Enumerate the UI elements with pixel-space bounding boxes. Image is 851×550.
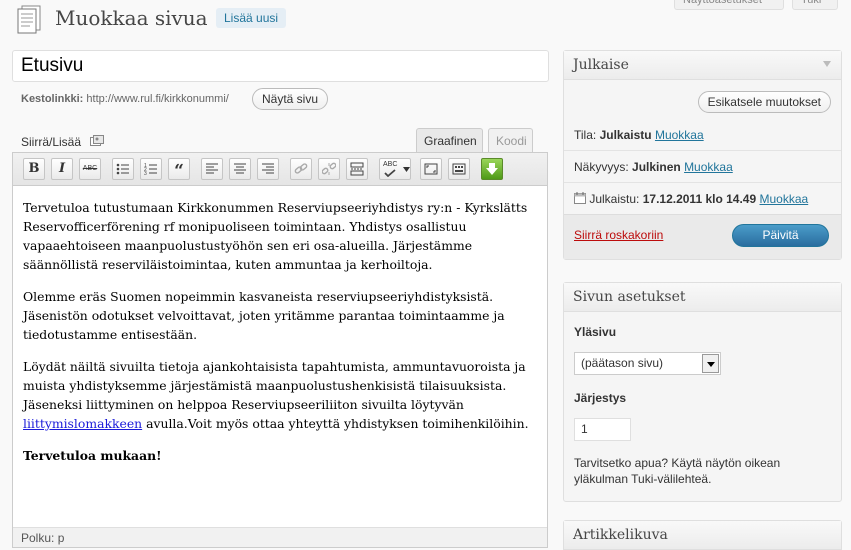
closing-text: Tervetuloa mukaan! <box>23 448 162 463</box>
closing-paragraph: Tervetuloa mukaan! <box>23 446 535 465</box>
view-page-button[interactable]: Näytä sivu <box>252 88 329 110</box>
add-new-button[interactable]: Lisää uusi <box>216 8 287 28</box>
edit-date-link[interactable]: Muokkaa <box>760 192 809 206</box>
page-title: Muokkaa sivua <box>55 6 208 30</box>
green-arrow-icon <box>486 163 498 175</box>
path-label: Polku: <box>21 531 55 545</box>
parent-label: Yläsivu <box>574 325 617 339</box>
help-tab[interactable]: Tuki <box>792 0 838 10</box>
publish-actions: Siirrä roskakoriin Päivitä <box>564 214 841 259</box>
add-media-icon[interactable] <box>90 135 105 147</box>
parent-select[interactable]: (päätason sivu) <box>574 352 721 375</box>
fullscreen-icon <box>424 163 438 175</box>
pages-icon <box>17 5 41 34</box>
signup-form-link[interactable]: liittymislomakkeen <box>23 416 142 431</box>
page-attributes-title: Sivun asetukset <box>573 289 686 305</box>
divider <box>564 150 841 151</box>
bullet-list-button[interactable] <box>112 158 134 180</box>
blockquote-icon: “ <box>174 161 184 181</box>
spellcheck-icon: ABC <box>383 161 398 168</box>
more-tag-button[interactable] <box>346 158 368 180</box>
permalink-row: Kestolinkki: http://www.rul.fi/kirkkonum… <box>21 93 229 105</box>
status-value: Julkaistu <box>599 128 652 142</box>
align-left-icon <box>206 163 218 174</box>
editor-content-area[interactable]: Tervetuloa tutustumaan Kirkkonummen Rese… <box>13 186 547 465</box>
update-button[interactable]: Päivitä <box>732 224 829 247</box>
italic-button[interactable]: I <box>51 158 73 180</box>
tab-html[interactable]: Koodi <box>488 128 533 153</box>
featured-image-box: Artikkelikuva <box>563 520 842 550</box>
visibility-row: Näkyvyys: Julkinen Muokkaa <box>574 160 733 174</box>
insert-link-button[interactable] <box>290 158 312 180</box>
order-input[interactable]: 1 <box>574 418 631 441</box>
publish-box-header[interactable]: Julkaise <box>564 51 841 80</box>
italic-icon: I <box>58 161 66 176</box>
parent-select-value: (päätason sivu) <box>581 356 664 370</box>
custom-plugin-button[interactable] <box>481 158 503 180</box>
align-center-icon <box>234 163 246 174</box>
visibility-label: Näkyvyys: <box>574 160 629 174</box>
fullscreen-button[interactable] <box>420 158 442 180</box>
editor-toolbar: B I ABC 123 “ ABC <box>13 153 547 186</box>
publish-box-title: Julkaise <box>573 57 629 73</box>
bold-button[interactable]: B <box>23 158 45 180</box>
published-label: Julkaistu: <box>589 192 640 206</box>
order-label: Järjestys <box>574 391 627 405</box>
kitchen-sink-button[interactable] <box>448 158 470 180</box>
numbered-list-icon: 123 <box>144 163 157 176</box>
featured-image-header[interactable]: Artikkelikuva <box>564 521 841 550</box>
paragraph-3-text: Löydät näiltä sivuilta tietoja ajankohta… <box>23 359 526 412</box>
dropdown-arrow-icon[interactable] <box>702 354 719 373</box>
svg-text:3: 3 <box>144 171 147 176</box>
edit-status-link[interactable]: Muokkaa <box>655 128 704 142</box>
upload-insert-label[interactable]: Siirrä/Lisää <box>21 135 81 149</box>
post-title-input[interactable]: Etusivu <box>12 50 549 82</box>
link-icon <box>294 163 308 174</box>
move-to-trash-link[interactable]: Siirrä roskakoriin <box>574 228 663 242</box>
kitchen-sink-icon <box>452 163 466 175</box>
align-right-button[interactable] <box>257 158 279 180</box>
permalink-url: http://www.rul.fi/kirkkonummi/ <box>86 93 229 105</box>
editor-statusbar: Polku: p <box>13 527 547 547</box>
strikethrough-icon: ABC <box>82 165 98 172</box>
blockquote-button[interactable]: “ <box>168 158 190 181</box>
align-right-icon <box>262 163 274 174</box>
align-left-button[interactable] <box>201 158 223 180</box>
page-attributes-box: Sivun asetukset Yläsivu (päätason sivu) … <box>563 282 842 502</box>
bullet-list-icon <box>116 163 129 175</box>
featured-image-title: Artikkelikuva <box>573 527 668 543</box>
more-tag-icon <box>350 162 364 176</box>
calendar-icon <box>574 192 586 204</box>
help-text: Tarvitsetko apua? Käytä näytön oikean yl… <box>574 456 781 486</box>
strikethrough-button[interactable]: ABC <box>79 158 101 180</box>
screen-options-tab[interactable]: Näyttöasetukset <box>674 0 784 10</box>
preview-changes-button[interactable]: Esikatsele muutokset <box>697 91 831 113</box>
permalink-label: Kestolinkki: <box>21 93 84 105</box>
unlink-button[interactable] <box>318 158 340 180</box>
edit-visibility-link[interactable]: Muokkaa <box>684 160 733 174</box>
spellcheck-button[interactable]: ABC <box>379 158 411 180</box>
numbered-list-button[interactable]: 123 <box>140 158 162 180</box>
paragraph-3-tail: avulla.Voit myös ottaa yhteyttä yhdistyk… <box>142 416 529 431</box>
path-value[interactable]: p <box>58 531 65 545</box>
upload-insert[interactable]: Siirrä/Lisää <box>21 135 105 149</box>
status-label: Tila: <box>574 128 597 142</box>
status-row: Tila: Julkaistu Muokkaa <box>574 128 704 142</box>
divider <box>564 182 841 183</box>
unlink-icon <box>322 162 336 175</box>
paragraph-1: Tervetuloa tutustumaan Kirkkonummen Rese… <box>23 200 528 272</box>
bold-icon: B <box>28 161 40 176</box>
collapse-arrow-icon[interactable] <box>823 61 831 67</box>
visibility-value: Julkinen <box>632 160 681 174</box>
published-row: Julkaistu: 17.12.2011 klo 14.49 Muokkaa <box>574 192 808 206</box>
tab-visual[interactable]: Graafinen <box>416 128 483 153</box>
published-value: 17.12.2011 klo 14.49 <box>642 192 757 206</box>
align-center-button[interactable] <box>229 158 251 180</box>
paragraph-2: Olemme eräs Suomen nopeimmin kasvaneista… <box>23 289 505 342</box>
publish-box: Julkaise Esikatsele muutokset Tila: Julk… <box>563 50 842 260</box>
content-editor[interactable]: B I ABC 123 “ ABC Tervetuloa tutustumaan… <box>12 152 548 548</box>
page-attributes-header[interactable]: Sivun asetukset <box>564 283 841 312</box>
paragraph-3: Löydät näiltä sivuilta tietoja ajankohta… <box>23 357 535 433</box>
